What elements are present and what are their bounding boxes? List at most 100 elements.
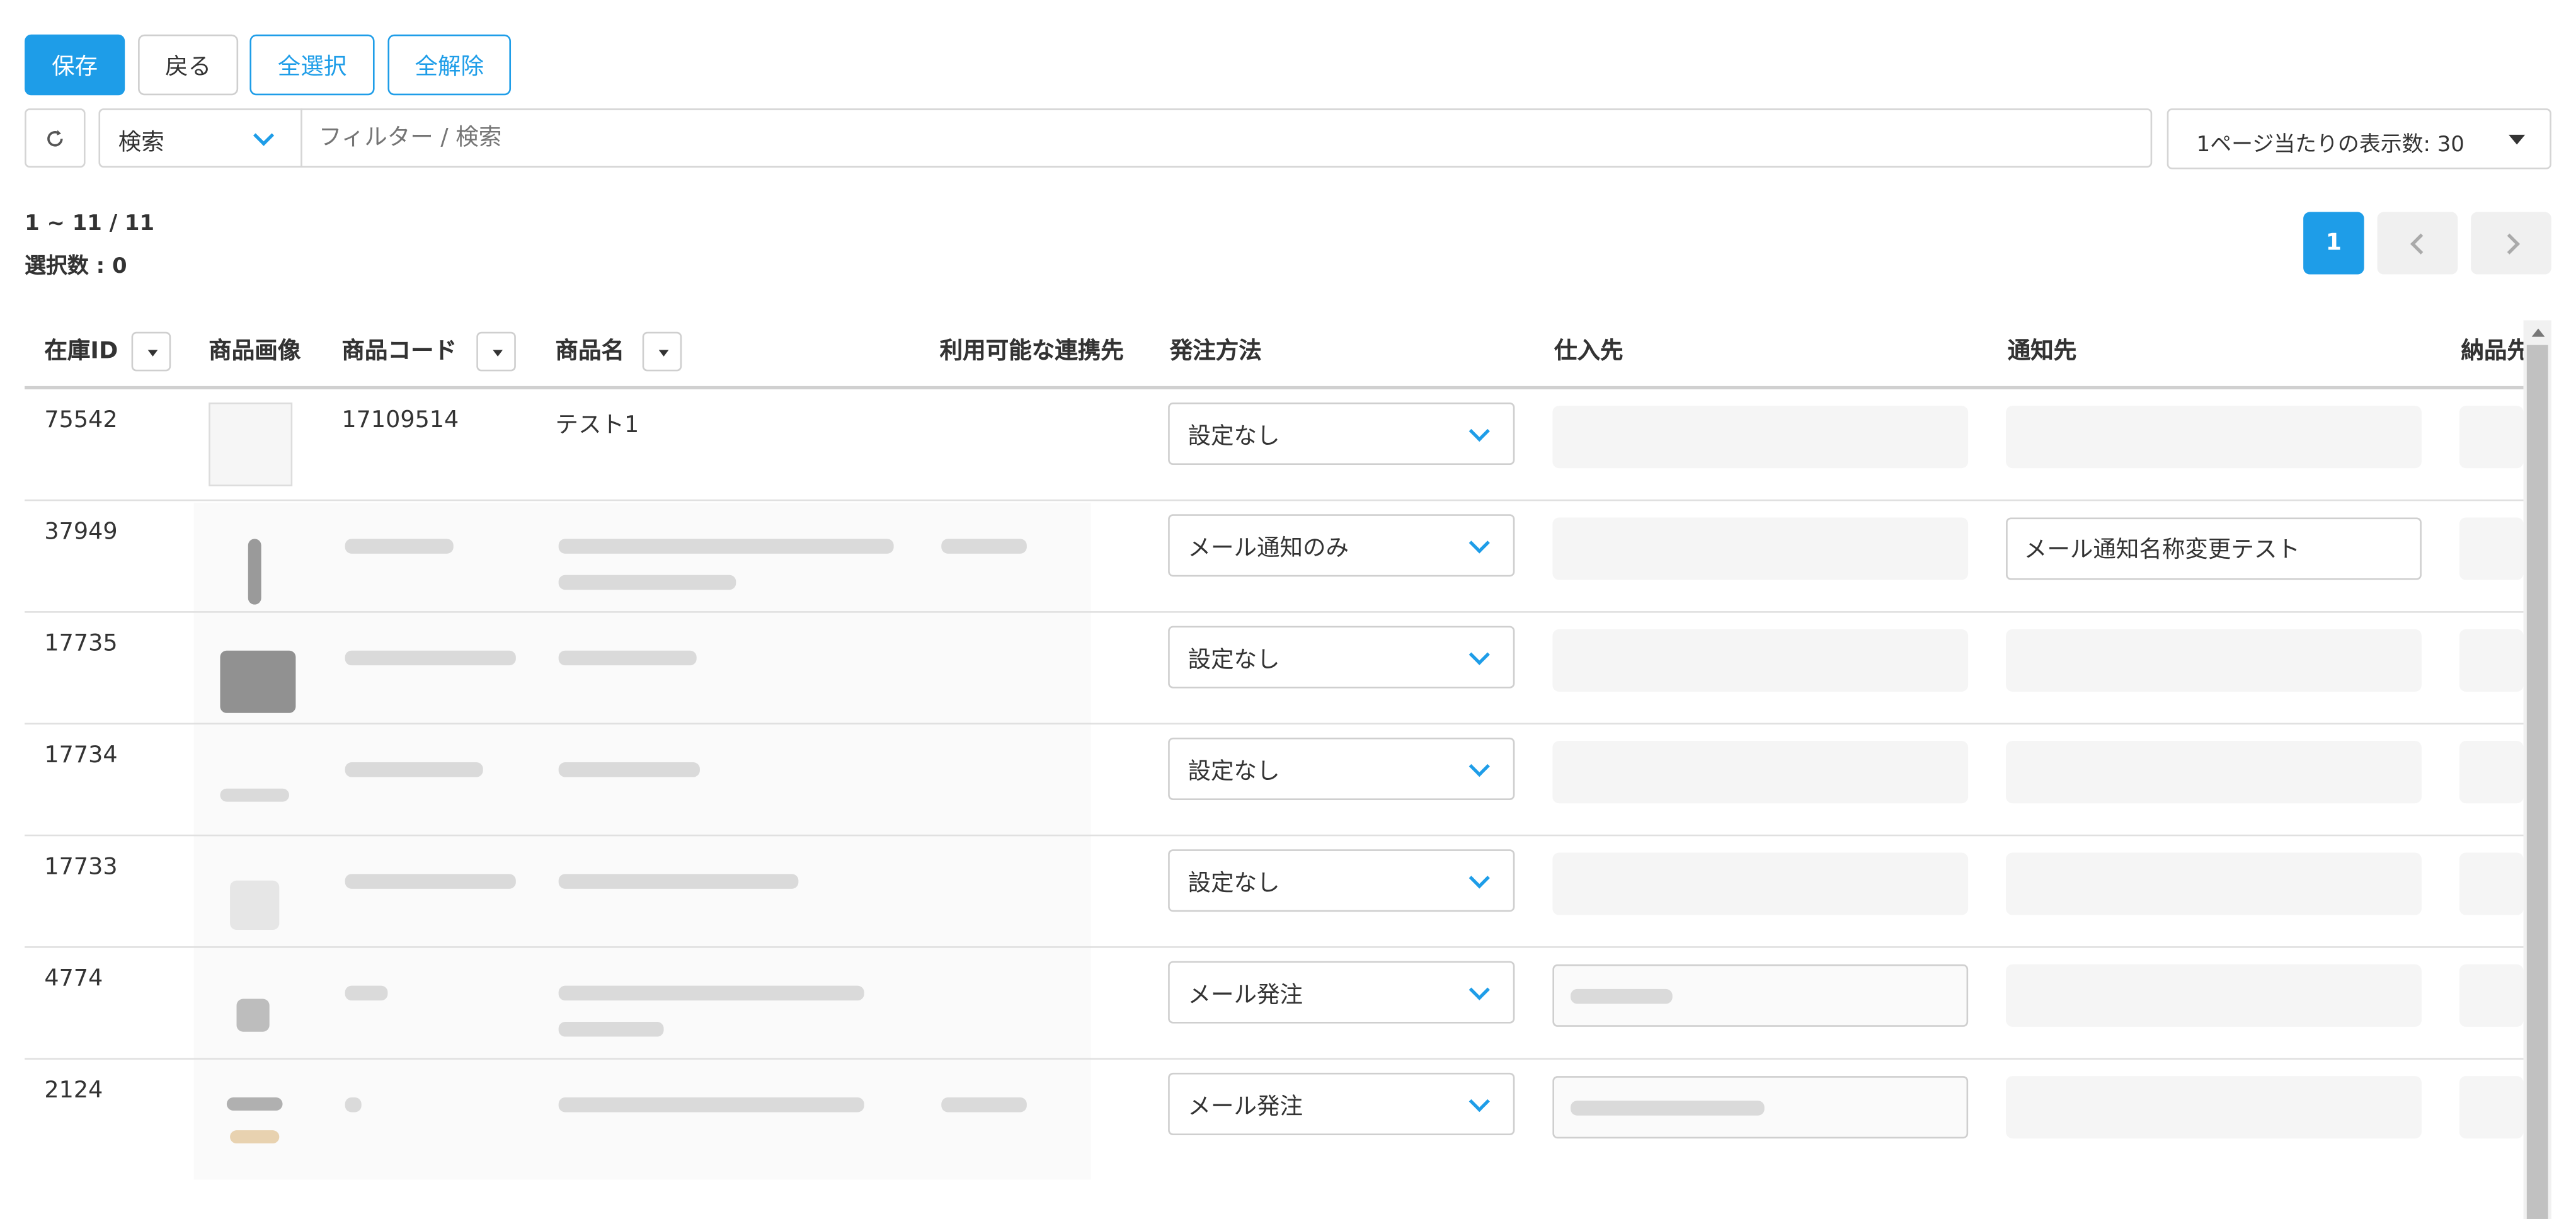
supplier-field [1552,517,1969,580]
supplier-field [1552,629,1969,692]
chevron-down-icon [1468,867,1490,889]
order-method-value: 設定なし [1188,871,1280,897]
chevron-down-icon [1468,420,1490,442]
order-method-select[interactable]: 設定なし [1168,849,1515,912]
notify-field[interactable]: メール通知名称変更テスト [2006,517,2422,580]
notify-field [2006,741,2422,804]
order-method-value: メール発注 [1188,1094,1303,1121]
product-name-cell: テスト1 [555,412,639,439]
supplier-field [1552,852,1969,915]
column-header-notify: 通知先 [2007,338,2077,365]
notify-field [2006,1076,2422,1139]
supplier-field[interactable] [1552,964,1969,1027]
chevron-down-icon [253,125,275,146]
order-method-select[interactable]: 設定なし [1168,737,1515,800]
chevron-down-icon [1468,532,1490,554]
refresh-icon [47,130,63,147]
row-divider [25,834,2524,837]
column-header-code: 商品コード [341,338,457,365]
supplier-field [1552,406,1969,469]
supplier-field[interactable] [1552,1076,1969,1139]
column-header-name: 商品名 [555,338,624,365]
row-divider [25,723,2524,725]
redacted-product-info [193,502,1091,615]
order-method-select[interactable]: メール通知のみ [1168,514,1515,577]
order-method-select[interactable]: 設定なし [1168,626,1515,689]
delivery-field [2459,406,2524,469]
sort-stock-id-button[interactable] [131,331,171,372]
delivery-field [2459,741,2524,804]
redacted-product-info [193,726,1091,838]
stock-id-cell: 2124 [44,1077,103,1104]
delivery-field [2459,517,2524,580]
scroll-up-icon[interactable] [2531,328,2545,337]
record-range: 1 ~ 11 / 11 [25,212,155,237]
page-button-current[interactable]: 1 [2303,212,2364,275]
column-header-stock-id: 在庫ID [44,338,118,365]
order-method-value: メール通知のみ [1188,535,1349,562]
back-button[interactable]: 戻る [138,34,239,96]
redacted-supplier [1571,1101,1765,1116]
chevron-down-icon [1468,644,1490,665]
notify-field [2006,629,2422,692]
order-method-select[interactable]: メール発注 [1168,1072,1515,1135]
stock-id-cell: 75542 [44,407,118,434]
prev-page-button[interactable] [2377,212,2458,275]
notify-field [2006,852,2422,915]
stock-id-cell: 17733 [44,854,118,881]
delivery-field [2459,629,2524,692]
delivery-field [2459,964,2524,1027]
delivery-field [2459,1076,2524,1139]
column-header-order-method: 発注方法 [1169,338,1262,365]
redacted-product-info [193,837,1091,950]
order-method-value: 設定なし [1188,423,1280,450]
search-input[interactable] [302,110,2151,166]
row-divider [25,946,2524,948]
column-header-image: 商品画像 [209,338,301,365]
redacted-product-info [193,614,1091,726]
sort-name-button[interactable] [642,331,682,372]
row-divider [25,611,2524,613]
stock-id-cell: 37949 [44,519,118,546]
supplier-field [1552,741,1969,804]
notify-field [2006,406,2422,469]
selected-count: 選択数 : 0 [25,255,127,280]
product-code-cell: 17109514 [341,407,459,434]
deselect-all-button[interactable]: 全解除 [387,34,512,96]
table-scrollbar-thumb[interactable] [2526,345,2548,1219]
per-page-select[interactable]: 1ページ当たりの表示数: 30 [2167,108,2551,169]
save-button[interactable]: 保存 [25,34,125,96]
per-page-label: 1ページ当たりの表示数: 30 [2196,133,2464,158]
order-method-value: 設定なし [1188,758,1280,786]
caret-down-icon [2509,134,2526,145]
product-thumbnail [209,402,293,486]
column-header-supplier: 仕入先 [1554,338,1623,365]
search-mode-value: 検索 [118,130,164,156]
redacted-supplier [1571,988,1673,1004]
notify-field [2006,964,2422,1027]
header-divider [25,386,2524,390]
next-page-button[interactable] [2471,212,2551,275]
notify-value: メール通知名称変更テスト [2024,537,2300,564]
search-mode-select[interactable]: 検索 [98,108,302,168]
order-method-value: メール発注 [1188,982,1303,1009]
sort-code-button[interactable] [476,331,516,372]
filter-search-field[interactable] [301,108,2153,168]
redacted-product-info [193,1061,1091,1180]
select-all-button[interactable]: 全選択 [249,34,375,96]
chevron-down-icon [1468,755,1490,777]
stock-id-cell: 17735 [44,631,118,658]
row-divider [25,499,2524,501]
chevron-right-icon [2498,232,2519,254]
row-divider [25,1058,2524,1060]
column-header-integrations: 利用可能な連携先 [939,338,1124,365]
delivery-field [2459,852,2524,915]
order-method-value: 設定なし [1188,647,1280,674]
chevron-left-icon [2409,232,2430,254]
refresh-button[interactable] [25,108,86,168]
order-method-select[interactable]: メール発注 [1168,961,1515,1024]
order-method-select[interactable]: 設定なし [1168,402,1515,466]
stock-id-cell: 4774 [44,966,103,993]
redacted-product-info [193,949,1091,1062]
column-header-delivery: 納品先 [2461,338,2524,365]
